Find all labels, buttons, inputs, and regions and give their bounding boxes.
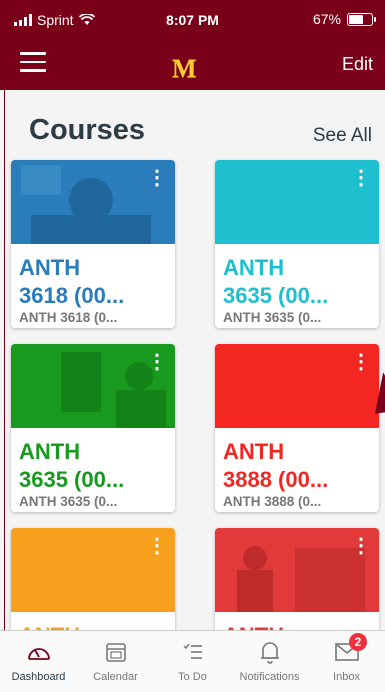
bell-icon (260, 642, 279, 664)
course-card[interactable]: ⋮ ANTH 3635 (00... ANTH 3635 (0... (11, 344, 175, 512)
course-term: ANTH 3618 (0... (19, 310, 118, 325)
battery-percent: 67% (312, 11, 341, 27)
more-options-icon[interactable]: ⋮ (351, 352, 371, 372)
tab-label: Calendar (93, 671, 138, 683)
tab-label: Notifications (239, 671, 300, 683)
tab-label: Inbox (333, 671, 360, 683)
dashboard-content[interactable]: Courses See All ⋮ ANTH 3618 (00... ANTH 3… (4, 90, 385, 692)
nav-bar: M Edit (0, 40, 385, 90)
course-card[interactable]: ⋮ ANTH 3888 (00... ANTH 3888 (0... (215, 344, 379, 512)
course-code: ANTH 3635 (00... (19, 439, 125, 492)
course-code: ANTH 3888 (00... (223, 439, 329, 492)
tab-calendar[interactable]: Calendar (77, 637, 154, 683)
menu-icon[interactable] (20, 52, 46, 72)
status-bar: Sprint 8:07 PM 67% (0, 0, 385, 40)
course-term: ANTH 3635 (0... (19, 494, 118, 509)
page-title: Courses (29, 114, 146, 146)
course-card[interactable]: ⋮ ANTH 3635 (00... ANTH 3635 (0... (215, 160, 379, 328)
tab-notifications[interactable]: Notifications (231, 637, 308, 683)
tab-label: Dashboard (11, 671, 66, 683)
see-all-button[interactable]: See All (313, 125, 372, 147)
tab-inbox[interactable]: 2 Inbox (308, 633, 385, 683)
battery-icon (347, 12, 376, 26)
more-options-icon[interactable]: ⋮ (147, 536, 167, 556)
top-bar: Sprint 8:07 PM 67% M Edit (0, 0, 385, 90)
tab-todo[interactable]: To Do (154, 637, 231, 683)
course-code: ANTH 3618 (00... (19, 255, 125, 308)
more-options-icon[interactable]: ⋮ (351, 168, 371, 188)
more-options-icon[interactable]: ⋮ (147, 352, 167, 372)
tab-dashboard[interactable]: Dashboard (0, 637, 77, 683)
course-card[interactable]: ⋮ ANTH 3618 (00... ANTH 3618 (0... (11, 160, 175, 328)
tab-label: To Do (178, 671, 207, 683)
more-options-icon[interactable]: ⋮ (351, 536, 371, 556)
university-logo: M (172, 54, 197, 83)
app-screen: Sprint 8:07 PM 67% M Edit Courses See Al… (0, 0, 385, 692)
course-term: ANTH 3888 (0... (223, 494, 322, 509)
calendar-icon (105, 643, 126, 662)
edit-button[interactable]: Edit (342, 54, 373, 75)
dashboard-icon (27, 648, 50, 660)
course-code: ANTH 3635 (00... (223, 255, 329, 308)
battery-indicator: 67% (312, 11, 376, 27)
course-term: ANTH 3635 (0... (223, 310, 322, 325)
inbox-badge: 2 (349, 633, 367, 651)
tab-bar: Dashboard Calendar To Do Notifications 2… (0, 630, 385, 692)
todo-icon (183, 643, 202, 659)
more-options-icon[interactable]: ⋮ (147, 168, 167, 188)
